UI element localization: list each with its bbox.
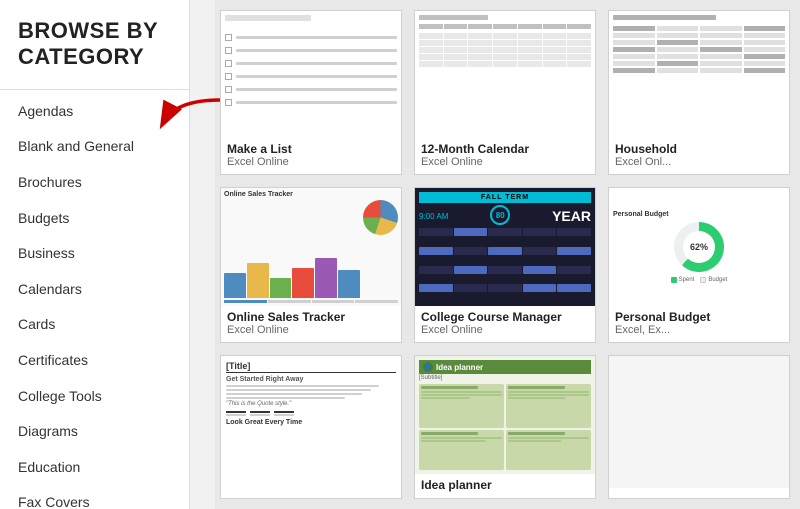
sidebar-item-agendas[interactable]: Agendas (0, 94, 189, 130)
sidebar-title: BROWSE BYCATEGORY (0, 0, 189, 85)
template-title: Idea planner (421, 478, 589, 492)
template-source: Excel Online (421, 324, 589, 336)
sidebar-item-education[interactable]: Education (0, 450, 189, 486)
template-info-idea-planner: Idea planner (415, 474, 595, 498)
template-thumb-sales-tracker: Online Sales Tracker (221, 188, 401, 306)
template-card-sales-tracker[interactable]: Online Sales Tracker (220, 187, 402, 343)
sidebar-divider (0, 89, 189, 90)
template-thumb-idea-planner: 👤 Idea planner [Subtitle] (415, 356, 595, 474)
template-card-college-manager[interactable]: FALL TERM 9:00 AM 80 YEAR (414, 187, 596, 343)
template-thumb-make-a-list (221, 11, 401, 138)
idea-cell (419, 430, 504, 471)
ccm-fall-term-label: FALL TERM (419, 192, 591, 203)
sidebar-item-business[interactable]: Business (0, 236, 189, 272)
sidebar-item-certificates[interactable]: Certificates (0, 343, 189, 379)
template-title: Make a List (227, 142, 395, 156)
title-subheading-label: Get Started Right Away (226, 376, 396, 383)
template-source: Excel Onl... (615, 156, 783, 168)
template-info-calendar: 12-Month Calendar Excel Online (415, 138, 595, 174)
idea-cell (506, 384, 591, 428)
sidebar-item-budgets[interactable]: Budgets (0, 201, 189, 237)
template-source: Excel Online (421, 156, 589, 168)
sidebar-item-cards[interactable]: Cards (0, 307, 189, 343)
template-info-make-a-list: Make a List Excel Online (221, 138, 401, 174)
template-source: Excel Online (227, 156, 395, 168)
template-info-title (221, 488, 401, 498)
template-thumb-blank (609, 356, 789, 488)
template-thumb-personal-budget: Personal Budget 62% Spent Budget (609, 188, 789, 306)
title-heading-label: [Title] (226, 361, 396, 373)
idea-planner-label: Idea planner (436, 363, 483, 372)
template-info-personal-budget: Personal Budget Excel, Ex... (609, 306, 789, 342)
template-card-idea-planner[interactable]: 👤 Idea planner [Subtitle] (414, 355, 596, 499)
template-info-blank (609, 488, 789, 498)
template-thumb-household (609, 11, 789, 138)
sidebar-item-blank-general[interactable]: Blank and General (0, 129, 189, 165)
template-thumb-college-manager: FALL TERM 9:00 AM 80 YEAR (415, 188, 595, 306)
template-grid: Make a List Excel Online (215, 0, 800, 509)
sidebar-item-calendars[interactable]: Calendars (0, 272, 189, 308)
template-source: Excel, Ex... (615, 324, 783, 336)
template-card-household[interactable]: Household Excel Onl... (608, 10, 790, 175)
template-title: Household (615, 142, 783, 156)
template-card-personal-budget[interactable]: Personal Budget 62% Spent Budget Persona… (608, 187, 790, 343)
template-info-sales-tracker: Online Sales Tracker Excel Online (221, 306, 401, 342)
template-title: Personal Budget (615, 310, 783, 324)
sidebar-item-fax-covers[interactable]: Fax Covers (0, 485, 189, 509)
donut-percentage: 62% (683, 231, 715, 263)
ccm-time: 9:00 AM (419, 212, 448, 221)
person-icon: 👤 (423, 362, 433, 372)
template-card-make-a-list[interactable]: Make a List Excel Online (220, 10, 402, 175)
template-source: Excel Online (227, 324, 395, 336)
template-card-blank[interactable] (608, 355, 790, 499)
title-quote-label: "This is the Quote style." (226, 401, 396, 407)
template-info-college-manager: College Course Manager Excel Online (415, 306, 595, 342)
template-thumb-calendar (415, 11, 595, 138)
look-great-label: Look Great Every Time (226, 419, 396, 426)
sidebar-item-diagrams[interactable]: Diagrams (0, 414, 189, 450)
ccm-year: YEAR (552, 209, 591, 223)
template-card-calendar[interactable]: 12-Month Calendar Excel Online (414, 10, 596, 175)
template-title: Online Sales Tracker (227, 310, 395, 324)
idea-cell (506, 430, 591, 471)
sidebar-item-brochures[interactable]: Brochures (0, 165, 189, 201)
template-title: 12-Month Calendar (421, 142, 589, 156)
idea-cell (419, 384, 504, 428)
template-card-title[interactable]: [Title] Get Started Right Away "This is … (220, 355, 402, 499)
template-thumb-title: [Title] Get Started Right Away "This is … (221, 356, 401, 488)
idea-header: 👤 Idea planner (419, 360, 591, 374)
sidebar-item-college-tools[interactable]: College Tools (0, 379, 189, 415)
template-title: College Course Manager (421, 310, 589, 324)
donut-chart: 62% (674, 222, 724, 272)
sidebar: BROWSE BYCATEGORY Agendas Blank and Gene… (0, 0, 190, 509)
template-info-household: Household Excel Onl... (609, 138, 789, 174)
